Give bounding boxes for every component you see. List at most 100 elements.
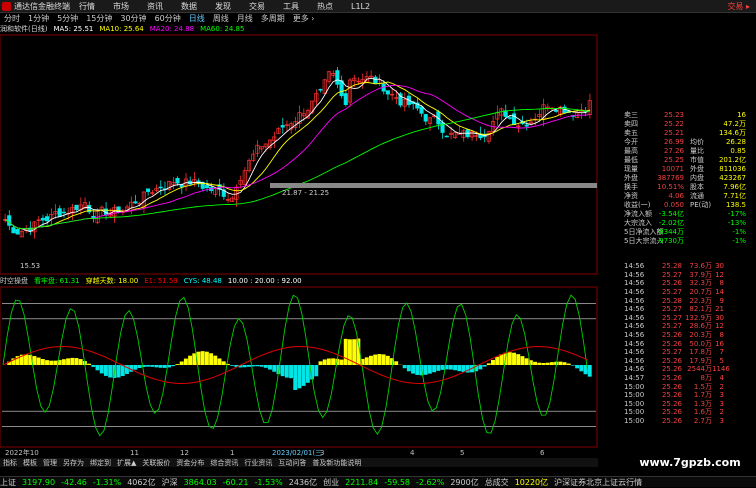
indicator-bar — [516, 354, 520, 365]
trade-p: 25.28 — [654, 262, 682, 270]
indicator-bar — [571, 365, 575, 366]
indicator-title-row: 时空操盘 看牢盘: 61.31 穿越天数: 18.00 E1: 51.59 CY… — [0, 276, 598, 286]
trade-t: 14:56 — [624, 331, 654, 339]
bottom-tab[interactable]: 另存为 — [60, 458, 87, 468]
indicator-bar — [386, 356, 390, 365]
indicator-bar — [327, 358, 331, 365]
kline-chart[interactable]: 21.87 - 21.2515.53 29.0027.0025.0023.002… — [0, 0, 598, 476]
trade-p: 25.26 — [654, 400, 682, 408]
indicator-bar — [159, 365, 163, 368]
indicator-bar — [575, 365, 579, 368]
trade-menu-button[interactable]: 交易 ▸ — [727, 1, 756, 12]
candle-body — [344, 94, 347, 105]
quote-value-2: -17% — [708, 210, 746, 218]
indicator-bar — [546, 363, 550, 365]
trade-t: 14:56 — [624, 288, 654, 296]
status-bar: 上证 3197.90 -42.46 -1.31% 4062亿 沪深 3864.0… — [0, 476, 756, 487]
bottom-tab[interactable]: 绑定到 — [87, 458, 114, 468]
trade-p: 25.27 — [654, 348, 682, 356]
ma20-line — [5, 85, 590, 229]
indicator-bar — [150, 365, 154, 367]
indicator-bar — [171, 365, 175, 366]
quote-value: 387769 — [644, 174, 684, 182]
indicator-bar — [558, 362, 562, 365]
indicator-bar — [163, 365, 167, 368]
indicator-d: CYS: 48.48 — [184, 277, 222, 285]
indicator-bar — [508, 352, 512, 365]
trade-s: 30 — [712, 262, 724, 270]
indicator-e: 10.00 : 20.00 : 92.00 — [228, 277, 302, 285]
indicator-bar — [62, 359, 66, 365]
candle-body — [180, 185, 183, 187]
cy-change: -59.58 — [384, 478, 410, 487]
bottom-tab[interactable]: 普及新功能说明 — [309, 458, 364, 468]
indicator-bar — [264, 365, 268, 368]
trade-p: 25.27 — [654, 305, 682, 313]
indicator-bar — [41, 359, 45, 365]
quote-value: 27.26 — [644, 147, 684, 155]
indicator-bar — [550, 362, 554, 365]
bottom-tab[interactable]: 综合资讯 — [207, 458, 241, 468]
trade-t: 15:00 — [624, 383, 654, 391]
trade-p: 25.26 — [654, 374, 682, 382]
trade-t: 14:56 — [624, 348, 654, 356]
trade-s: 3 — [712, 417, 724, 425]
bottom-tab[interactable]: 管理 — [40, 458, 60, 468]
bottom-tab[interactable]: 指标 — [0, 458, 20, 468]
indicator-bar — [588, 365, 592, 377]
indicator-bar — [306, 365, 310, 383]
indicator-bar — [520, 356, 524, 365]
date-tick: 2023/02/01(三 — [272, 449, 322, 457]
quote-panel: 卖三25.2316卖四25.2247.2万卖五25.21134.6万今开26.9… — [624, 110, 750, 245]
bottom-tab[interactable]: 模板 — [20, 458, 40, 468]
indicator-bar — [537, 363, 541, 365]
trade-t: 15:00 — [624, 408, 654, 416]
trade-s: 3 — [712, 400, 724, 408]
indicator-bar — [436, 365, 440, 371]
quote-label: 5日大宗流入 — [624, 236, 644, 246]
cy-value: 2211.84 — [345, 478, 378, 487]
support-band — [270, 183, 597, 188]
indicator-bar — [79, 359, 83, 365]
indicator-bar — [314, 365, 318, 376]
trade-s: 2 — [712, 383, 724, 391]
indicator-bar — [563, 362, 567, 365]
indicator-bar — [579, 365, 583, 371]
bottom-tab[interactable]: 行业资讯 — [241, 458, 275, 468]
sz-change: -60.21 — [223, 478, 249, 487]
indicator-bar — [66, 358, 70, 365]
indicator-bar — [205, 352, 209, 365]
quote-value: 26.99 — [644, 138, 684, 146]
trade-p: 25.26 — [654, 408, 682, 416]
indicator-b: 穿越天数: 18.00 — [86, 276, 139, 286]
candle-body — [146, 189, 149, 192]
indicator-bar — [428, 365, 432, 374]
indicator-bar — [453, 365, 457, 370]
indicator-bar — [45, 360, 49, 365]
indicator-name: 时空操盘 — [0, 276, 28, 286]
indicator-bar — [138, 365, 142, 368]
trade-t: 14:56 — [624, 297, 654, 305]
candle-body — [386, 91, 389, 94]
sh-value: 3197.90 — [22, 478, 55, 487]
indicator-bar — [491, 360, 495, 365]
trade-t: 14:56 — [624, 271, 654, 279]
bottom-tab[interactable]: 资金分布 — [173, 458, 207, 468]
trade-t: 14:56 — [624, 365, 654, 373]
cy-amount: 2900亿 — [450, 477, 478, 488]
trade-t: 15:00 — [624, 417, 654, 425]
indicator-bar — [478, 365, 482, 369]
indicator-bar — [87, 364, 91, 365]
date-tick: 3 — [320, 449, 324, 457]
trade-s: 12 — [712, 271, 724, 279]
candle-body — [281, 125, 284, 127]
bottom-tab[interactable]: 关联报价 — [139, 458, 173, 468]
candle-body — [134, 202, 137, 203]
bottom-tab[interactable]: 互动问答 — [275, 458, 309, 468]
quote-value: 0.050 — [644, 201, 684, 209]
date-tick: 5 — [460, 449, 464, 457]
quote-value-2: 26.28 — [708, 138, 746, 146]
bottom-tab[interactable]: 扩展▲ — [114, 458, 139, 468]
trade-t: 14:56 — [624, 262, 654, 270]
quote-value-2: 16 — [708, 111, 746, 119]
